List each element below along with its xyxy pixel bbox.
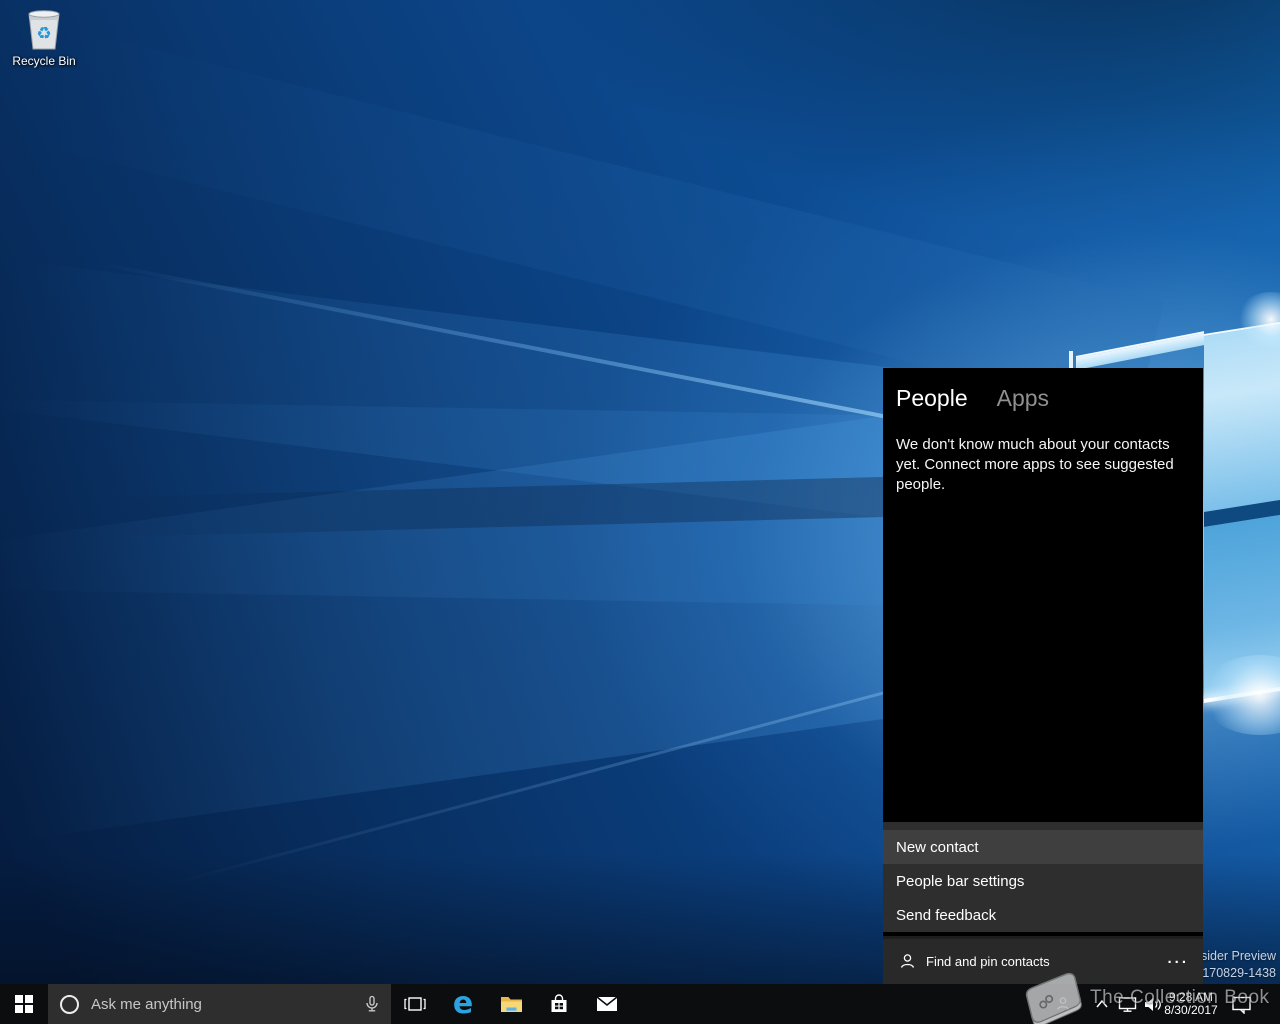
clock-date: 8/30/2017 [1164,1004,1217,1018]
people-tray-icon [1055,996,1071,1012]
clock-time: 9:28 AM [1169,991,1213,1005]
search-input[interactable] [91,996,363,1013]
mail-icon [596,996,618,1012]
clock[interactable]: 9:28 AM 8/30/2017 [1162,984,1220,1024]
task-view-button[interactable] [391,984,439,1024]
svg-text:♻: ♻ [36,24,51,44]
network-icon [1118,996,1137,1013]
window-logo-pane [1076,331,1204,370]
volume-icon [1144,996,1163,1013]
show-hidden-icons-button[interactable] [1090,984,1114,1024]
tab-apps[interactable]: Apps [997,385,1049,412]
recycle-bin-glyph: ♻ [22,6,66,52]
wallpaper-beam [0,0,1165,418]
edge-icon: e [453,989,473,1019]
menu-item-new-contact[interactable]: New contact [883,830,1203,864]
windows-logo-icon [15,995,33,1013]
people-tray-button[interactable] [1050,984,1076,1024]
tab-people[interactable]: People [896,385,968,412]
cortana-icon [60,995,79,1014]
more-options-button[interactable]: ... [1167,954,1189,970]
cortana-search-box[interactable] [48,984,391,1024]
edge-button[interactable]: e [439,984,487,1024]
start-button[interactable] [0,984,48,1024]
insider-watermark-line2: e.170829-1438 [1192,965,1276,982]
network-tray-button[interactable] [1114,984,1140,1024]
menu-item-people-bar-settings[interactable]: People bar settings [883,864,1203,898]
task-view-icon [404,995,426,1013]
window-logo-pane [1204,515,1280,700]
person-icon [899,953,916,970]
people-flyout-menu: New contact People bar settings Send fee… [883,822,1203,932]
wallpaper-glow [1236,292,1280,347]
desktop: ♻ Recycle Bin nsider Preview e.170829-14… [0,0,1280,1024]
insider-preview-watermark: nsider Preview e.170829-1438 [1192,948,1276,982]
window-logo-pane [1204,322,1280,512]
people-flyout-tabs: People Apps [896,385,1189,412]
action-center-icon [1231,995,1252,1014]
recycle-bin-icon[interactable]: ♻ Recycle Bin [6,6,82,68]
store-icon [549,994,569,1014]
people-flyout: People Apps We don't know much about you… [883,368,1203,984]
insider-watermark-line1: nsider Preview [1192,948,1276,965]
wallpaper-glow [1200,655,1280,735]
store-button[interactable] [535,984,583,1024]
file-explorer-button[interactable] [487,984,535,1024]
microphone-icon[interactable] [363,995,381,1013]
recycle-bin-label: Recycle Bin [6,54,82,68]
file-explorer-icon [500,995,523,1013]
find-and-pin-contacts-label: Find and pin contacts [926,954,1050,969]
menu-item-send-feedback[interactable]: Send feedback [883,898,1203,932]
action-center-button[interactable] [1226,984,1256,1024]
chevron-up-icon [1095,998,1109,1010]
people-flyout-content: People Apps We don't know much about you… [883,368,1203,822]
contacts-empty-message: We don't know much about your contacts y… [896,435,1188,495]
find-and-pin-contacts-button[interactable]: Find and pin contacts ... [883,936,1203,984]
mail-button[interactable] [583,984,631,1024]
window-logo-divider [1069,351,1073,368]
window-logo-edge [1204,687,1280,703]
window-logo-divider [1204,500,1280,527]
taskbar: e [0,984,1280,1024]
